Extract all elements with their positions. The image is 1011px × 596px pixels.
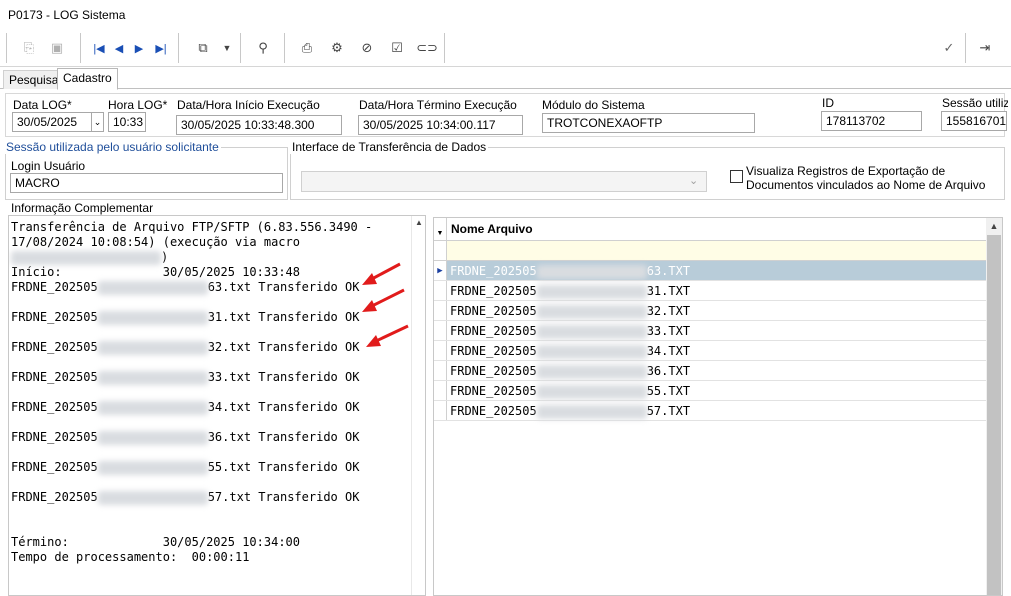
- tab-pesquisa[interactable]: Pesquisa: [3, 70, 65, 89]
- data-log-field[interactable]: 30/05/2025: [12, 112, 92, 132]
- grid-scrollbar[interactable]: ▲: [986, 218, 1002, 595]
- attach-icon[interactable]: ⊘: [356, 37, 378, 59]
- id-label: ID: [822, 96, 834, 110]
- table-row[interactable]: FRDNE_202505 36.TXT: [434, 361, 987, 381]
- login-usuario-field[interactable]: MACRO: [10, 173, 283, 193]
- toolbar: ⎘ ▣ |◀ ◀ ▶ ▶| ⧉ ▼ ⚲ ⎙ ⚙ ⊘ ☑ ⊂⊃ ✓ ⇥: [0, 30, 1011, 67]
- annotation-arrow-icon: [362, 288, 405, 312]
- grid-filter-row[interactable]: [434, 241, 987, 261]
- table-row[interactable]: FRDNE_202505 57.TXT: [434, 401, 987, 421]
- table-row[interactable]: FRDNE_202505 34.TXT: [434, 341, 987, 361]
- login-usuario-label: Login Usuário: [11, 159, 86, 173]
- table-row[interactable]: FRDNE_202505 33.TXT: [434, 321, 987, 341]
- calendar-dropdown-icon[interactable]: ⌄: [91, 112, 104, 132]
- toolbar-separator: [80, 33, 81, 63]
- gear-icon[interactable]: ⚙: [326, 37, 348, 59]
- table-row[interactable]: FRDNE_202505 55.TXT: [434, 381, 987, 401]
- row-pointer-icon: ▶: [434, 261, 447, 280]
- export-icon[interactable]: ⧉: [192, 37, 214, 59]
- data-log-label: Data LOG*: [13, 98, 72, 112]
- annotation-arrow-icon: [366, 324, 409, 347]
- table-row[interactable]: FRDNE_202505 31.TXT: [434, 281, 987, 301]
- arquivos-grid[interactable]: ▼ Nome Arquivo ▶ FRDNE_202505 63.TXT FRDN…: [433, 217, 1003, 596]
- log-content: Transferência de Arquivo FTP/SFTP (6.83.…: [11, 220, 373, 564]
- title-bar: P0173 - LOG Sistema: [0, 0, 1011, 30]
- sessao-field[interactable]: 155816701: [941, 111, 1007, 131]
- copy-icon[interactable]: ⎘: [18, 37, 40, 59]
- toolbar-separator: [965, 33, 966, 63]
- save-icon[interactable]: ▣: [46, 37, 68, 59]
- column-nome-arquivo[interactable]: Nome Arquivo: [451, 222, 533, 236]
- visualiza-registros-checkbox[interactable]: [730, 170, 743, 183]
- toolbar-separator: [240, 33, 241, 63]
- termino-execucao-field[interactable]: 30/05/2025 10:34:00.117: [358, 115, 523, 135]
- inicio-execucao-field[interactable]: 30/05/2025 10:33:48.300: [176, 115, 342, 135]
- toolbar-separator: [444, 33, 445, 63]
- toolbar-separator: [178, 33, 179, 63]
- modulo-sistema-field[interactable]: TROTCONEXAOFTP: [542, 113, 755, 133]
- table-row[interactable]: FRDNE_202505 32.TXT: [434, 301, 987, 321]
- window-title: P0173 - LOG Sistema: [8, 8, 126, 22]
- toolbar-separator: [284, 33, 285, 63]
- inicio-execucao-label: Data/Hora Início Execução: [177, 98, 320, 112]
- termino-execucao-label: Data/Hora Término Execução: [359, 98, 517, 112]
- info-complementar-title: Informação Complementar: [9, 201, 156, 215]
- hora-log-label: Hora LOG*: [108, 98, 168, 112]
- next-record-icon[interactable]: ▶: [128, 37, 150, 59]
- sort-down-icon[interactable]: ▼: [434, 218, 447, 240]
- scroll-up-icon[interactable]: ▲: [986, 218, 1002, 234]
- sessao-group-title: Sessão utilizada pelo usuário solicitant…: [4, 140, 221, 154]
- check-box-icon[interactable]: ☑: [386, 37, 408, 59]
- binoculars-icon[interactable]: ⚲: [252, 37, 274, 59]
- scroll-up-icon[interactable]: ▲: [415, 218, 423, 227]
- hora-log-field[interactable]: 10:33: [108, 112, 146, 132]
- exit-icon[interactable]: ⇥: [974, 37, 996, 59]
- visualiza-registros-label-2: Documentos vinculados ao Nome de Arquivo: [746, 178, 986, 192]
- sessao-label: Sessão utiliza: [942, 96, 1008, 110]
- chevron-down-icon: ⌄: [689, 175, 699, 187]
- log-scrollbar[interactable]: ▲: [411, 216, 425, 595]
- link-icon[interactable]: ⊂⊃: [416, 37, 438, 59]
- interface-group-title: Interface de Transferência de Dados: [290, 140, 489, 154]
- print-icon[interactable]: ⎙: [296, 37, 318, 59]
- id-field[interactable]: 178113702: [821, 111, 922, 131]
- interface-select[interactable]: [301, 171, 707, 192]
- last-record-icon[interactable]: ▶|: [150, 37, 172, 59]
- first-record-icon[interactable]: |◀: [88, 37, 110, 59]
- dropdown-icon[interactable]: ▼: [216, 37, 238, 59]
- prev-record-icon[interactable]: ◀: [108, 37, 130, 59]
- confirm-icon[interactable]: ✓: [938, 37, 960, 59]
- tab-bar: Pesquisa Cadastro: [0, 67, 1011, 90]
- scroll-thumb[interactable]: [987, 235, 1001, 595]
- table-row[interactable]: ▶ FRDNE_202505 63.TXT: [434, 261, 987, 281]
- toolbar-separator: [6, 33, 7, 63]
- grid-header: ▼ Nome Arquivo: [434, 218, 987, 241]
- visualiza-registros-label-1: Visualiza Registros de Exportação de: [746, 164, 946, 178]
- tab-cadastro[interactable]: Cadastro: [57, 68, 118, 90]
- modulo-sistema-label: Módulo do Sistema: [542, 98, 645, 112]
